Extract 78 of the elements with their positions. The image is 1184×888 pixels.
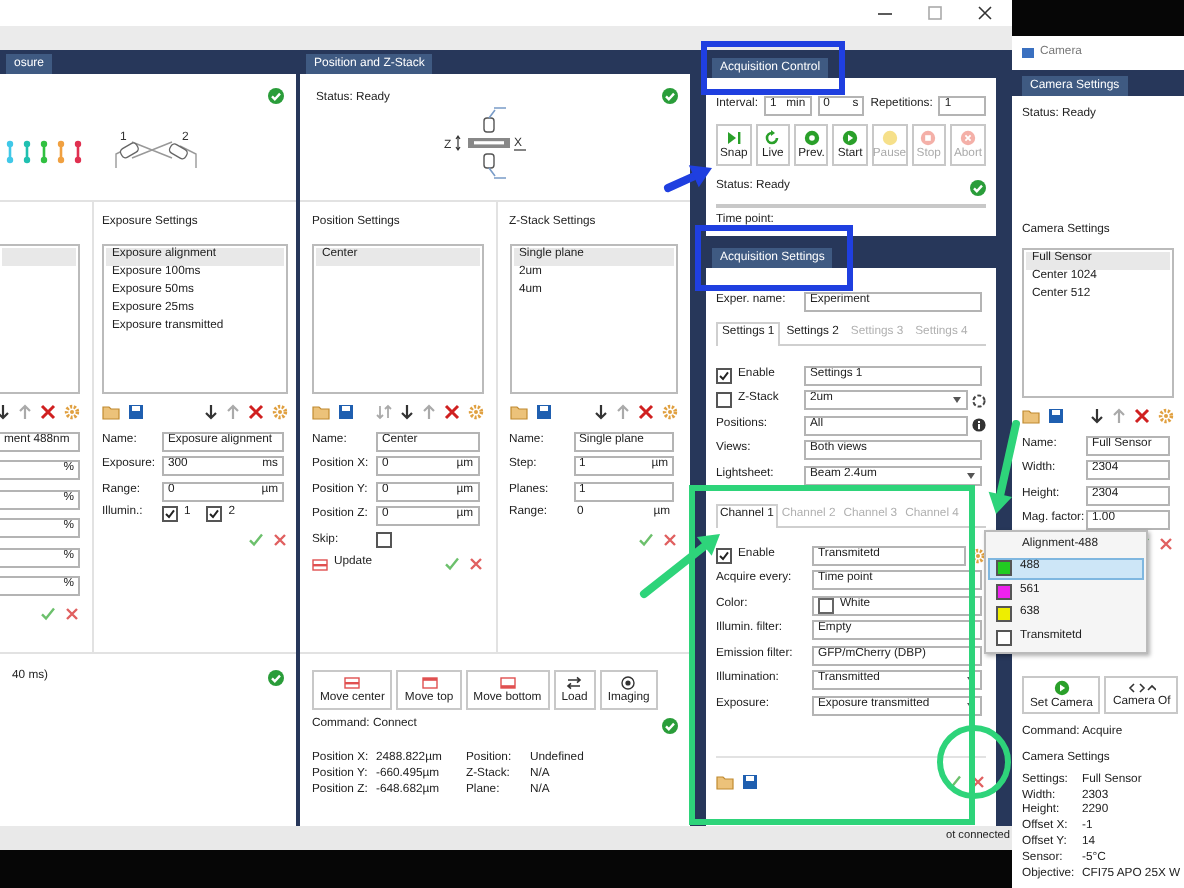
folder-icon[interactable] xyxy=(312,404,330,420)
arrow-down-icon[interactable] xyxy=(204,404,218,420)
swap-arrows-icon[interactable] xyxy=(375,404,391,420)
info-icon xyxy=(972,418,986,433)
save-icon[interactable] xyxy=(742,773,758,790)
arrow-down-icon[interactable] xyxy=(399,404,413,420)
cross-icon[interactable] xyxy=(1158,535,1174,552)
window-icon xyxy=(1022,48,1034,58)
cross-icon[interactable] xyxy=(64,605,80,621)
arrow-down-icon[interactable] xyxy=(1090,408,1104,425)
camera-drawing xyxy=(115,140,197,169)
checkbox[interactable] xyxy=(206,506,223,522)
checkbox[interactable] xyxy=(716,547,732,564)
checkbox[interactable] xyxy=(162,506,178,522)
delete-icon[interactable] xyxy=(248,404,264,420)
save-icon[interactable] xyxy=(1048,408,1064,425)
arrow-down-icon[interactable] xyxy=(0,404,10,420)
folder-icon[interactable] xyxy=(509,404,527,420)
arrow-up-icon[interactable] xyxy=(226,404,240,420)
gear-icon[interactable] xyxy=(64,404,80,420)
checkbox[interactable] xyxy=(716,392,732,409)
folder-icon[interactable] xyxy=(716,773,734,790)
stage-bottom-icon xyxy=(499,675,516,690)
stage-top-icon xyxy=(421,675,438,690)
gear-icon[interactable] xyxy=(467,404,483,420)
arrow-up-icon[interactable] xyxy=(421,404,435,420)
play-icon xyxy=(842,129,859,146)
arrow-up-icon[interactable] xyxy=(18,404,32,420)
gear-icon[interactable] xyxy=(1158,408,1174,425)
pointer-arrow xyxy=(664,165,712,192)
cross-icon[interactable] xyxy=(467,556,483,572)
arrow-up-icon[interactable] xyxy=(616,404,630,420)
maximize-icon[interactable] xyxy=(928,6,942,20)
save-icon[interactable] xyxy=(535,404,551,420)
delete-icon[interactable] xyxy=(1134,408,1150,425)
status-ok-icon xyxy=(268,670,284,686)
arrow-down-icon[interactable] xyxy=(594,404,608,420)
stage-center-icon xyxy=(312,557,328,571)
gear-icon[interactable] xyxy=(662,404,678,420)
close-icon[interactable] xyxy=(978,6,992,20)
snap-icon xyxy=(725,129,742,146)
cross-icon[interactable] xyxy=(970,773,986,790)
refresh-icon xyxy=(764,129,781,146)
gear-icon[interactable] xyxy=(272,404,288,420)
folder-icon[interactable] xyxy=(1022,408,1040,425)
status-ok-icon xyxy=(970,180,986,196)
swap-arrows-icon xyxy=(566,675,583,690)
delete-icon[interactable] xyxy=(443,404,459,420)
pointer-arrow xyxy=(988,420,1020,514)
highlight-frame xyxy=(701,41,845,95)
highlight-circle xyxy=(937,725,1011,799)
delete-icon[interactable] xyxy=(638,404,654,420)
pause-icon xyxy=(881,129,898,146)
caret-icon xyxy=(966,471,976,480)
checkbox[interactable] xyxy=(716,367,732,384)
status-ok-icon xyxy=(268,88,284,104)
pointer-arrow xyxy=(640,534,720,598)
play-icon xyxy=(1053,679,1070,696)
checkbox[interactable] xyxy=(376,531,392,547)
status-ok-icon xyxy=(662,718,678,734)
stop-icon xyxy=(920,129,937,146)
arrow-keys-icon xyxy=(1127,681,1156,694)
cycle-icon[interactable] xyxy=(972,393,986,408)
stage-drawing xyxy=(455,107,527,179)
status-ok-icon xyxy=(662,88,678,104)
preview-icon xyxy=(803,129,820,146)
folder-icon[interactable] xyxy=(102,404,120,420)
cross-icon[interactable] xyxy=(272,531,288,547)
delete-icon[interactable] xyxy=(40,404,56,420)
gear-icon[interactable] xyxy=(970,547,986,564)
caret-icon xyxy=(952,396,962,405)
cross-icon[interactable] xyxy=(662,531,678,547)
laser-lines-drawing xyxy=(6,140,82,164)
save-icon[interactable] xyxy=(338,404,354,420)
save-icon[interactable] xyxy=(128,404,144,420)
abort-icon xyxy=(960,129,977,146)
stage-center-icon xyxy=(344,675,361,690)
target-icon xyxy=(620,675,637,690)
